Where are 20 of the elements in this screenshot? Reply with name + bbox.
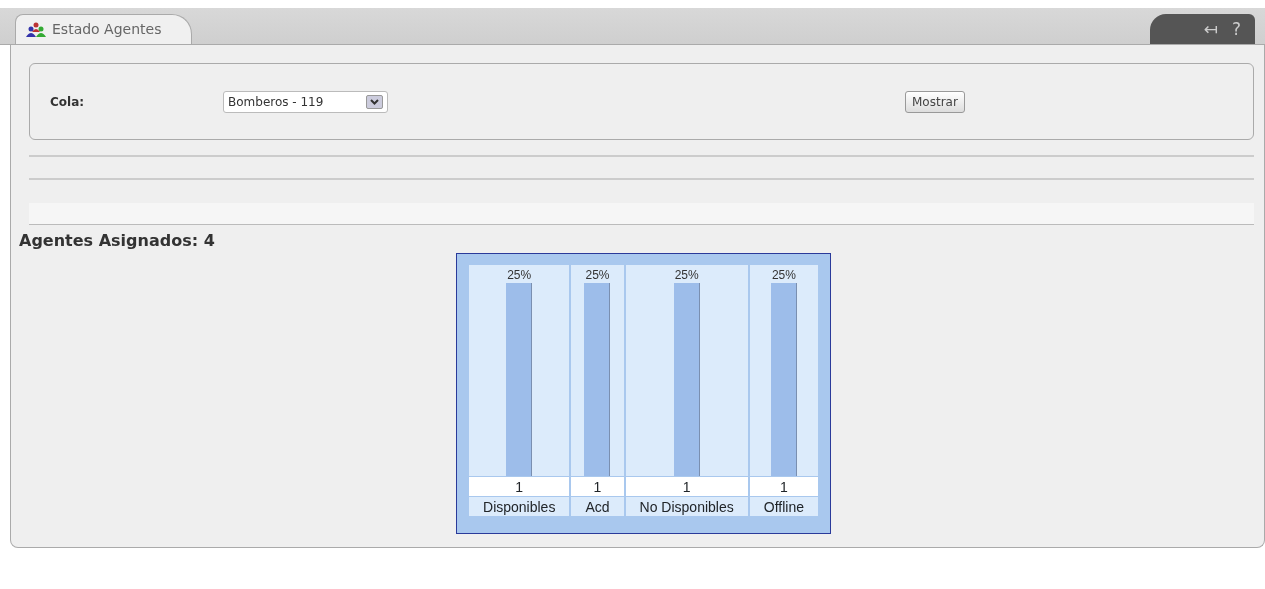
people-icon bbox=[26, 21, 46, 38]
heading: Agentes Asignados: 4 bbox=[19, 230, 216, 252]
toolbar-button[interactable]: ↤ bbox=[1203, 20, 1218, 38]
category-label: Acd bbox=[571, 497, 624, 516]
count-cell: 1 bbox=[625, 477, 748, 496]
count-cell: 1 bbox=[469, 477, 570, 496]
count-cell: 1 bbox=[749, 477, 818, 496]
queue-select[interactable]: Bomberos - 119 bbox=[223, 90, 388, 113]
tab[interactable]: Estado Agentes bbox=[15, 14, 193, 44]
field-label: Cola: bbox=[50, 93, 86, 111]
percent-label: 25% bbox=[507, 267, 532, 283]
percent-label: 25% bbox=[771, 267, 796, 283]
toolbar-button[interactable]: ? bbox=[1231, 20, 1241, 38]
percent-label: 25% bbox=[585, 267, 610, 283]
count-cell: 1 bbox=[571, 477, 624, 496]
percent-label: 25% bbox=[674, 267, 699, 283]
show-button[interactable]: Mostrar bbox=[905, 90, 965, 113]
category-label: Offline bbox=[749, 497, 818, 516]
category-label: Disponibles bbox=[469, 497, 570, 516]
category-label: No Disponibles bbox=[625, 497, 748, 516]
